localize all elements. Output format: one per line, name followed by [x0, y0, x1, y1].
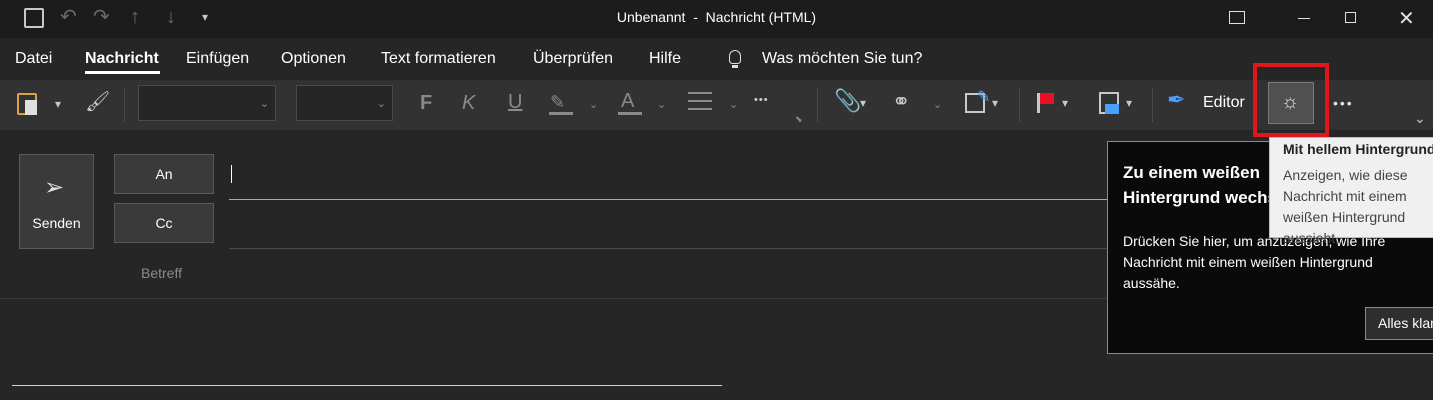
subject-label: Betreff [141, 265, 182, 281]
tab-text-formatieren[interactable]: Text formatieren [381, 50, 496, 68]
to-label: An [155, 166, 173, 182]
tell-me-search[interactable]: Was möchten Sie tun? [762, 50, 922, 68]
minimize-icon[interactable] [1298, 18, 1310, 19]
paste-icon-sheet [25, 100, 37, 115]
link-icon[interactable]: ⚭ [892, 91, 910, 113]
separator [817, 88, 818, 122]
flag-dropdown-icon[interactable]: ▾ [1062, 96, 1068, 110]
to-button[interactable]: An [114, 154, 214, 194]
signature-pen-icon: ✎ [977, 89, 991, 106]
text-cursor [231, 165, 232, 183]
tooltip-body: Anzeigen, wie diese Nachricht mit einem … [1283, 167, 1408, 246]
subject-divider [0, 298, 1110, 299]
to-field[interactable] [229, 154, 1109, 200]
window-title: Unbenannt - Nachricht (HTML) [616, 9, 817, 25]
link-dropdown-icon[interactable]: ⌄ [933, 98, 942, 111]
message-body[interactable] [12, 300, 722, 386]
highlight-frame [1253, 63, 1329, 137]
cc-button[interactable]: Cc [114, 203, 214, 243]
highlight-icon[interactable]: ✎ [550, 92, 565, 112]
font-size-combo[interactable]: ⌄ [296, 85, 393, 121]
dialog-launcher-icon[interactable]: ⬊ [795, 114, 803, 125]
signature-dropdown-icon[interactable]: ▾ [992, 96, 998, 110]
collapse-ribbon-icon[interactable]: ⌄ [1414, 110, 1426, 127]
font-color-button[interactable]: A [621, 90, 634, 113]
tooltip-title: Mit hellem Hintergrund [1283, 141, 1433, 157]
font-color-dropdown-icon[interactable]: ⌄ [657, 98, 666, 111]
highlight-color-bar [549, 112, 573, 115]
lightbulb-icon [729, 50, 741, 64]
bullets-dropdown-icon[interactable]: ⌄ [729, 98, 738, 111]
tab-hilfe[interactable]: Hilfe [649, 50, 681, 68]
tab-optionen[interactable]: Optionen [281, 50, 346, 68]
separator [1152, 88, 1153, 122]
tab-nachricht[interactable]: Nachricht [85, 50, 159, 68]
font-color-bar [618, 112, 642, 115]
paste-dropdown-icon[interactable]: ▾ [55, 97, 61, 111]
tab-ueberpruefen[interactable]: Überprüfen [533, 50, 613, 68]
separator [1019, 88, 1020, 122]
callout-ok-button[interactable]: Alles klar [1365, 307, 1433, 340]
chevron-down-icon: ⌄ [376, 98, 386, 110]
italic-button[interactable]: K [462, 92, 475, 115]
bold-button[interactable]: F [420, 92, 432, 115]
send-label: Senden [32, 215, 81, 231]
sensitivity-envelope [1105, 104, 1119, 114]
flag-pennant [1040, 93, 1054, 104]
send-button[interactable]: ➢ Senden [19, 154, 94, 249]
tab-datei[interactable]: Datei [15, 50, 52, 68]
attach-file-icon[interactable]: 📎 [834, 90, 861, 112]
underline-button[interactable]: U [508, 91, 522, 114]
chevron-down-icon: ⌄ [259, 98, 269, 110]
lightbulb-base [732, 65, 738, 68]
ribbon-display-icon[interactable] [1229, 11, 1245, 24]
cc-label: Cc [155, 215, 173, 231]
format-painter-icon[interactable]: 🖌 [85, 92, 110, 112]
more-commands-icon[interactable]: ••• [1333, 95, 1354, 111]
bullets-icon[interactable] [688, 92, 712, 112]
maximize-icon[interactable] [1345, 12, 1356, 23]
sensitivity-dropdown-icon[interactable]: ▾ [1126, 96, 1132, 110]
close-icon[interactable]: ✕ [1398, 6, 1415, 31]
tooltip: Mit hellem Hintergrund Anzeigen, wie die… [1269, 137, 1433, 246]
more-formatting-button[interactable]: ••• [754, 94, 769, 106]
tab-einfuegen[interactable]: Einfügen [186, 50, 249, 68]
separator [124, 88, 125, 122]
attach-dropdown-icon[interactable]: ▾ [860, 96, 866, 110]
editor-icon[interactable]: ✒ [1167, 89, 1185, 111]
send-icon: ➢ [44, 174, 65, 201]
title-bar: ↶ ↷ ↑ ↓ ▾ Unbenannt - Nachricht (HTML) ✕ [0, 0, 1433, 38]
active-tab-indicator [85, 71, 160, 74]
highlight-dropdown-icon[interactable]: ⌄ [589, 98, 598, 111]
editor-button[interactable]: Editor [1203, 94, 1245, 112]
font-name-combo[interactable]: ⌄ [138, 85, 276, 121]
cc-field[interactable] [229, 203, 1109, 249]
